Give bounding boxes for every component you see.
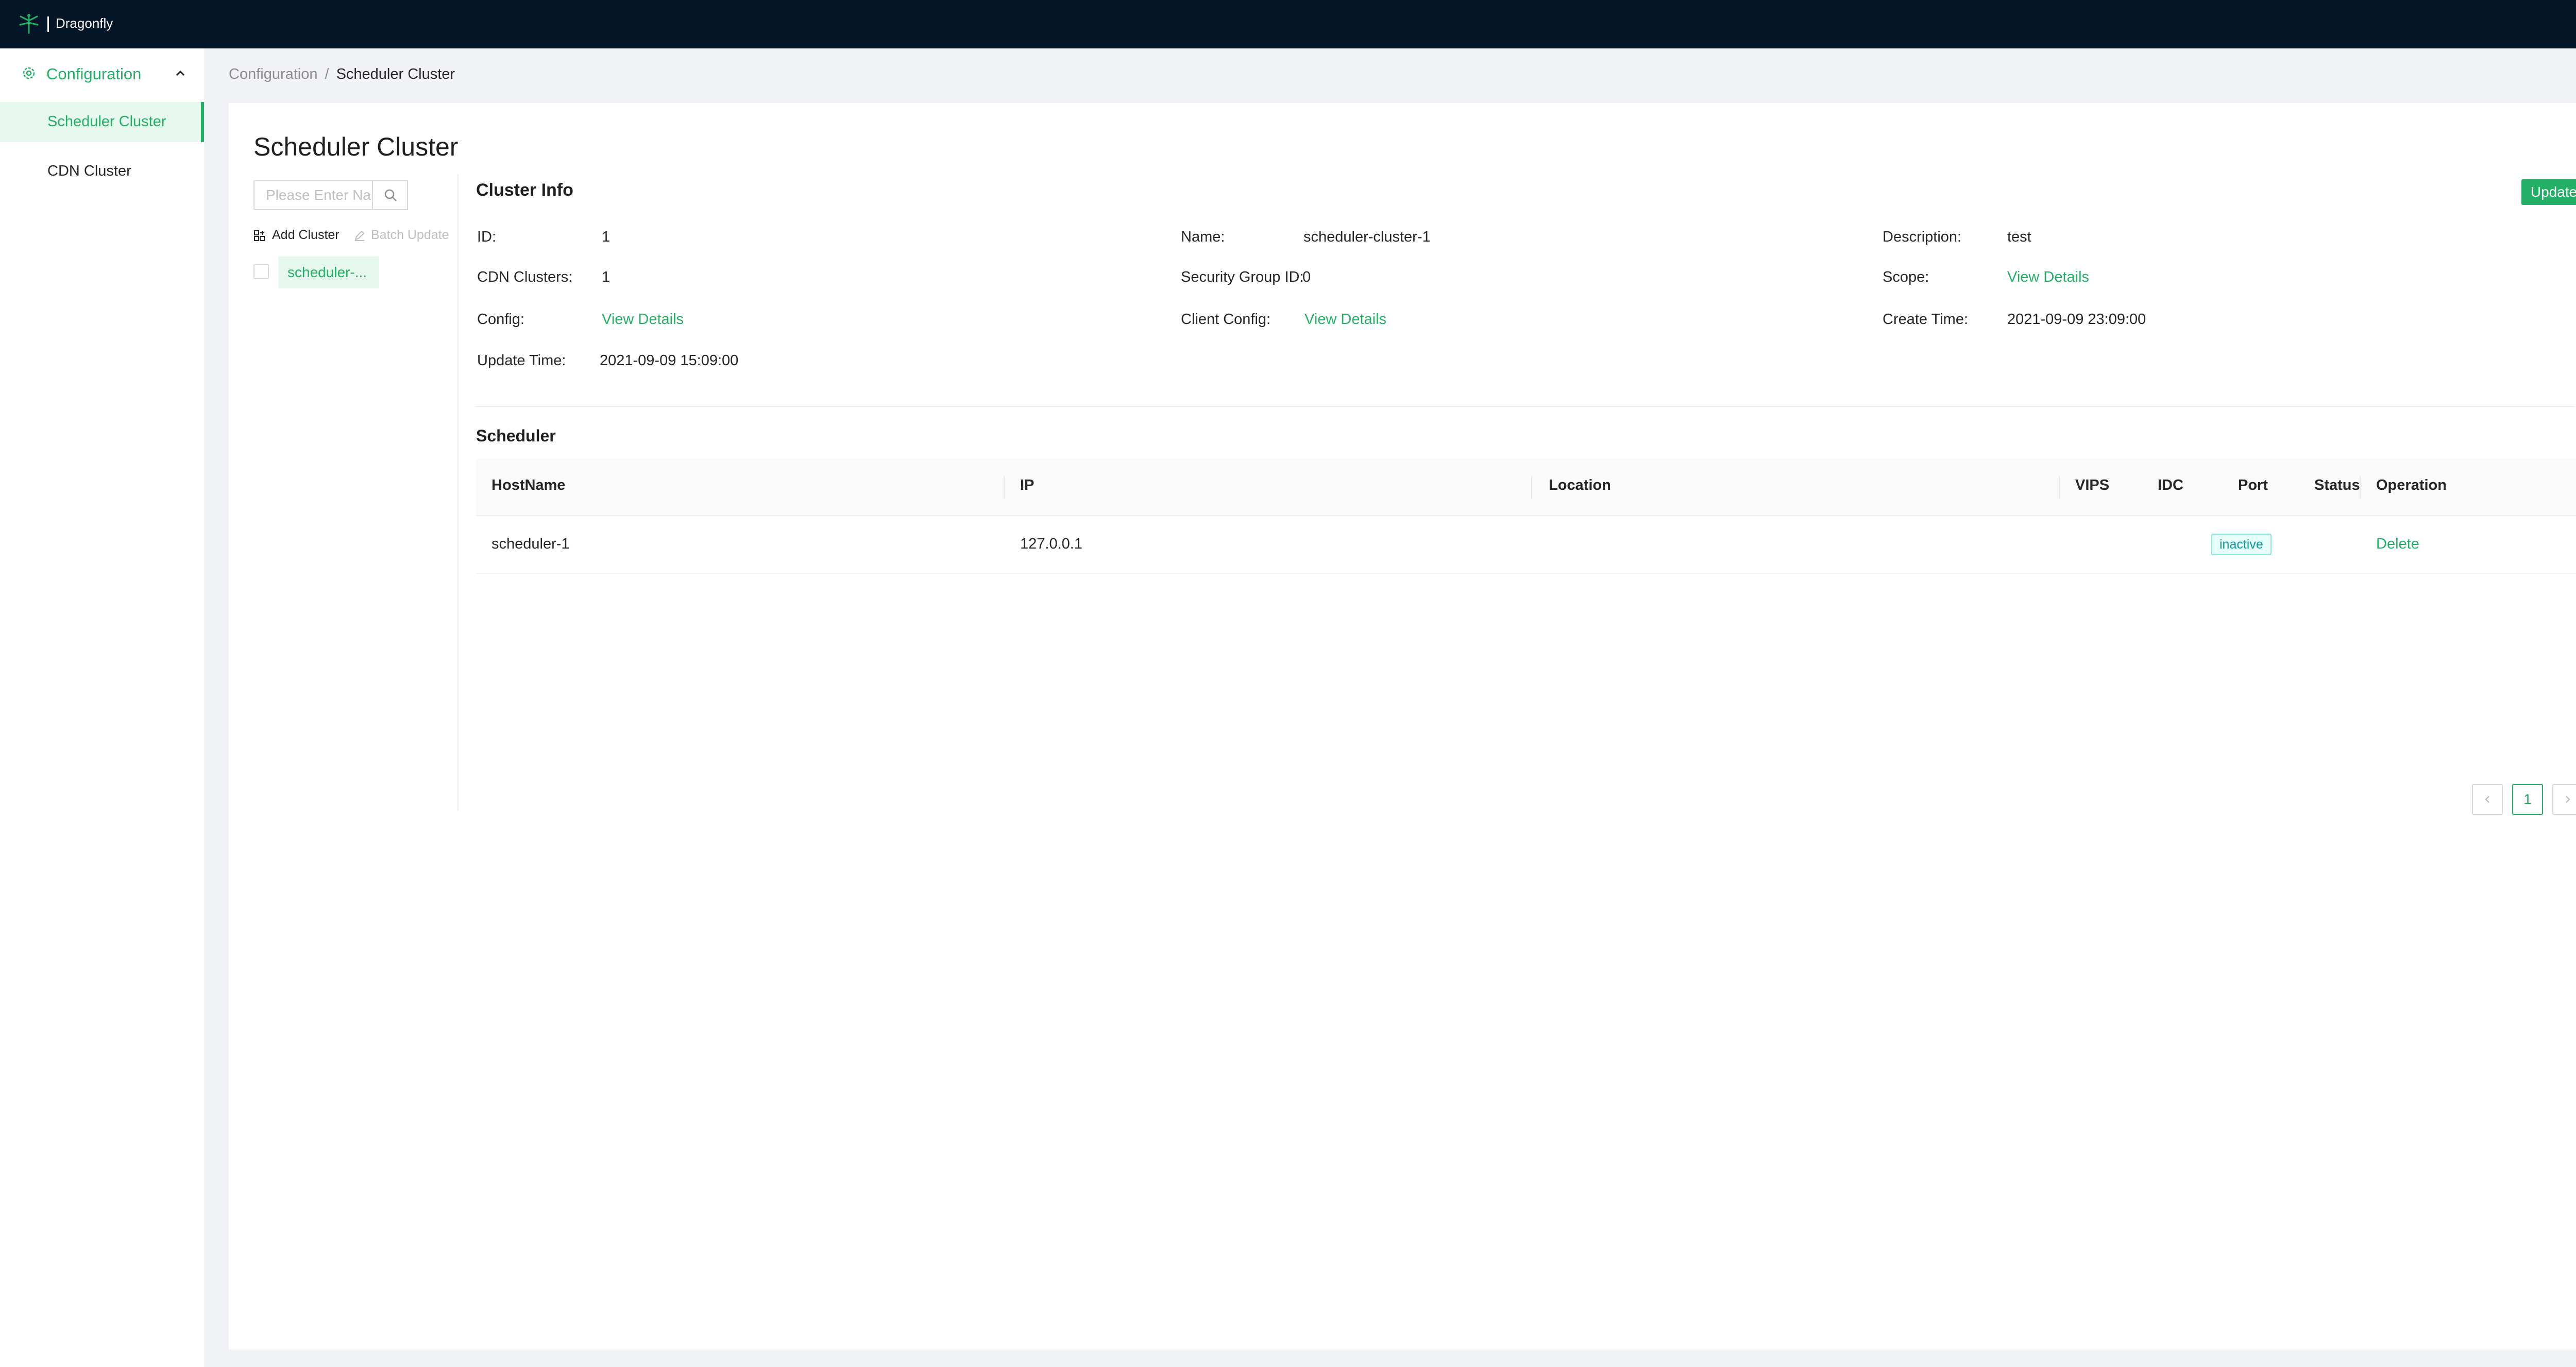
column-header-hostname: HostName bbox=[492, 477, 566, 493]
config-view-details-link[interactable]: View Details bbox=[602, 311, 684, 328]
cell-ip: 127.0.0.1 bbox=[1020, 536, 1082, 552]
update-time-label: Update Time: bbox=[477, 352, 566, 369]
cluster-list-item[interactable]: scheduler-... bbox=[278, 257, 379, 288]
scope-view-details-link[interactable]: View Details bbox=[2007, 269, 2089, 286]
add-cluster-icon bbox=[254, 230, 265, 241]
client-config-label: Client Config: bbox=[1181, 311, 1271, 328]
pagination-page-1[interactable]: 1 bbox=[2512, 784, 2543, 815]
column-header-operation: Operation bbox=[2376, 477, 2447, 493]
add-cluster-button[interactable]: Add Cluster bbox=[253, 228, 340, 243]
scope-label: Scope: bbox=[1883, 269, 1929, 285]
search-box bbox=[253, 180, 408, 210]
id-label: ID: bbox=[477, 229, 497, 245]
name-value: scheduler-cluster-1 bbox=[1303, 229, 1431, 245]
column-header-port: Port bbox=[2238, 477, 2268, 493]
breadcrumb-separator: / bbox=[325, 66, 329, 82]
panel-divider bbox=[457, 174, 459, 811]
column-header-location: Location bbox=[1549, 477, 1611, 493]
column-header-idc: IDC bbox=[2158, 477, 2183, 493]
main-content: Scheduler Cluster Add Cluster Batch Upda… bbox=[229, 103, 2576, 1349]
column-separator bbox=[2059, 476, 2060, 499]
search-input[interactable] bbox=[255, 181, 372, 209]
pagination-next-button[interactable] bbox=[2552, 784, 2576, 815]
delete-link[interactable]: Delete bbox=[2376, 536, 2419, 553]
column-header-status: Status bbox=[2314, 477, 2360, 493]
search-button[interactable] bbox=[372, 181, 408, 209]
status-badge: inactive bbox=[2211, 534, 2272, 555]
section-divider bbox=[476, 406, 2574, 407]
description-value: test bbox=[2007, 229, 2031, 245]
update-time-value: 2021-09-09 15:09:00 bbox=[600, 352, 739, 369]
security-group-value: 0 bbox=[1302, 269, 1311, 285]
cdn-clusters-value: 1 bbox=[602, 269, 611, 285]
column-header-ip: IP bbox=[1020, 477, 1035, 493]
pagination-prev-button[interactable] bbox=[2472, 784, 2503, 815]
batch-update-label: Batch Update bbox=[371, 228, 449, 242]
sidebar: Configuration Scheduler Cluster CDN Clus… bbox=[0, 48, 204, 1367]
gear-icon bbox=[23, 67, 35, 79]
menu-group-label: Configuration bbox=[46, 65, 142, 83]
menu-group-configuration[interactable]: Configuration bbox=[0, 48, 204, 98]
chevron-right-icon bbox=[2566, 796, 2570, 803]
client-config-view-details-link[interactable]: View Details bbox=[1304, 311, 1386, 328]
sidebar-item-scheduler-cluster[interactable]: Scheduler Cluster bbox=[0, 102, 204, 142]
brand-name: Dragonfly bbox=[56, 15, 113, 31]
breadcrumb-current: Scheduler Cluster bbox=[336, 66, 455, 82]
update-button[interactable]: Update bbox=[2521, 179, 2576, 205]
id-value: 1 bbox=[602, 229, 611, 245]
cluster-info-title: Cluster Info bbox=[476, 180, 573, 200]
security-group-label: Security Group ID: bbox=[1181, 269, 1304, 285]
brand-divider bbox=[47, 16, 49, 32]
create-time-value: 2021-09-09 23:09:00 bbox=[2007, 311, 2146, 328]
scheduler-section-title: Scheduler bbox=[476, 426, 556, 445]
batch-update-button[interactable]: Batch Update bbox=[353, 228, 449, 243]
sidebar-item-label: CDN Cluster bbox=[47, 163, 131, 179]
table-header: HostName IP Location VIPS IDC Port Statu… bbox=[476, 458, 2576, 516]
column-separator bbox=[2360, 476, 2361, 499]
cluster-checkbox[interactable] bbox=[253, 264, 269, 279]
breadcrumb-parent[interactable]: Configuration bbox=[229, 66, 318, 82]
name-label: Name: bbox=[1181, 229, 1225, 245]
search-icon bbox=[384, 189, 397, 201]
sidebar-item-cdn-cluster[interactable]: CDN Cluster bbox=[0, 151, 204, 192]
column-separator bbox=[1531, 476, 1532, 499]
cell-hostname: scheduler-1 bbox=[492, 536, 570, 552]
add-cluster-label: Add Cluster bbox=[272, 228, 340, 242]
table-row: scheduler-1 127.0.0.1 8002 inactive Dele… bbox=[476, 516, 2576, 574]
column-header-vips: VIPS bbox=[2075, 477, 2110, 493]
config-label: Config: bbox=[477, 311, 524, 328]
cdn-clusters-label: CDN Clusters: bbox=[477, 269, 573, 285]
dragonfly-logo-icon[interactable] bbox=[18, 12, 40, 35]
top-bar: Dragonfly bbox=[0, 0, 2576, 48]
description-label: Description: bbox=[1883, 229, 1962, 245]
page-title: Scheduler Cluster bbox=[253, 132, 459, 161]
column-separator bbox=[1004, 476, 1005, 499]
create-time-label: Create Time: bbox=[1883, 311, 1968, 328]
chevron-left-icon bbox=[2485, 796, 2489, 803]
breadcrumb: Configuration / Scheduler Cluster bbox=[229, 66, 455, 83]
sidebar-item-label: Scheduler Cluster bbox=[47, 113, 166, 130]
edit-icon bbox=[354, 230, 365, 241]
chevron-up-icon[interactable] bbox=[174, 67, 187, 79]
